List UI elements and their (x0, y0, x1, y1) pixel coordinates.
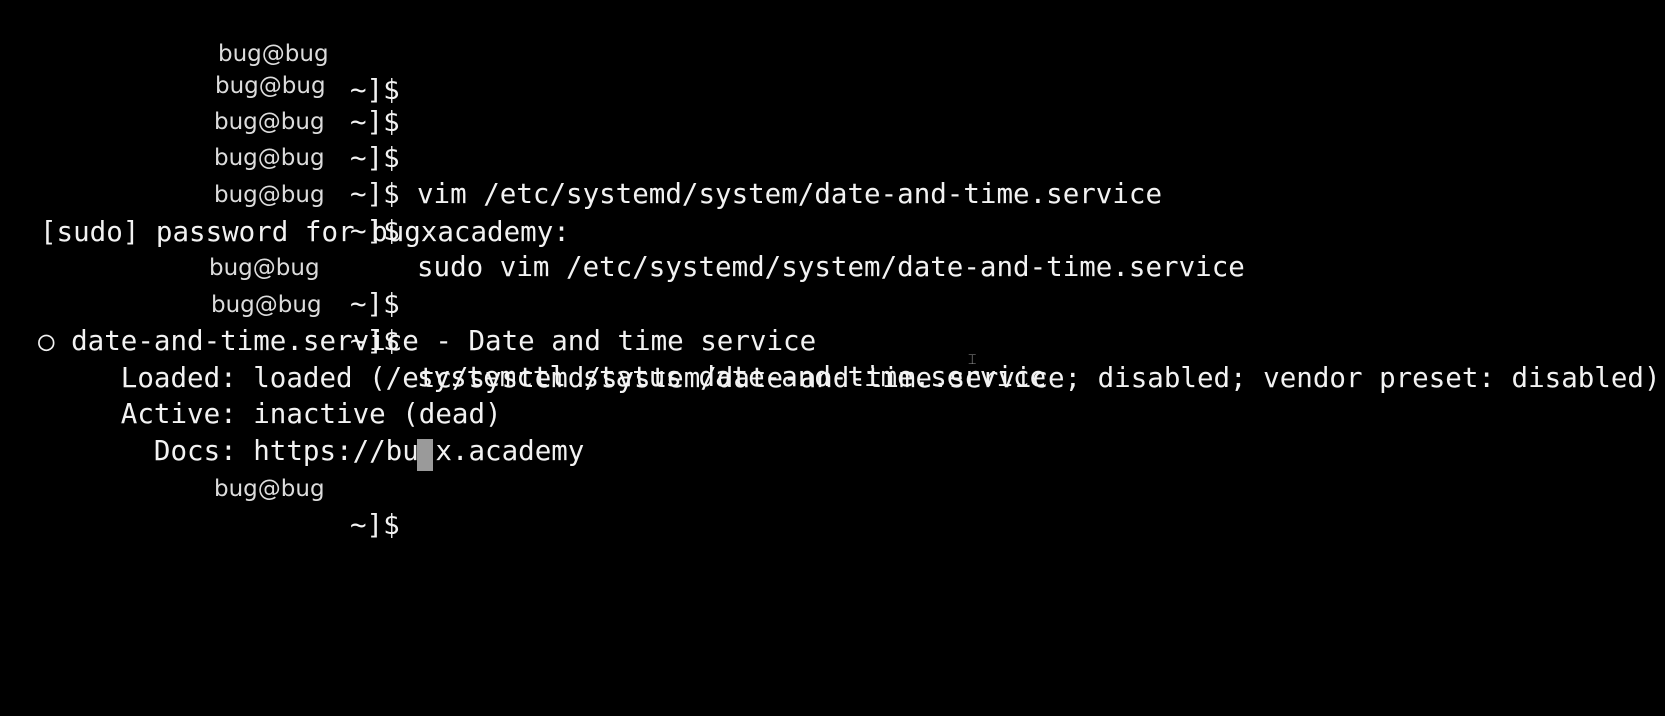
terminal-line: bug@bug ~]$ systemctl status date-and-ti… (0, 251, 1046, 393)
prompt-host: bug@bug (214, 476, 325, 502)
command-text: vim /etc/systemd/system/date-and-time.se… (417, 178, 1163, 210)
terminal-line: bug@bug ~]$ vim /etc/systemd/system/date… (0, 68, 1162, 210)
prompt-host: bug@bug (211, 292, 322, 318)
command-text: sudo vim /etc/systemd/system/date-and-ti… (417, 251, 1245, 283)
terminal-line: [sudo] password for bugxacademy: (0, 178, 570, 248)
sudo-password-prompt: [sudo] password for bugxacademy: (40, 216, 570, 248)
prompt-host: bug@bug (215, 73, 326, 99)
service-status-title: ○ date-and-time.service - Date and time … (38, 325, 817, 357)
terminal-line: bug@bug ~]$ sudo vim /etc/systemd/system… (0, 141, 1245, 283)
terminal-line: ○ date-and-time.service - Date and time … (0, 287, 816, 357)
prompt-symbol: ~]$ (350, 142, 400, 174)
terminal-line: bug@bug ~]$ (0, 104, 400, 210)
prompt-symbol: ~]$ (350, 178, 400, 210)
text-cursor (417, 439, 433, 471)
terminal-line: bug@bug ~]$ (0, 214, 400, 320)
prompt-host: bug@bug (214, 145, 325, 171)
prompt-symbol: ~]$ (350, 74, 400, 106)
terminal-window[interactable]: bug@bug ~]$ bug@bug ~]$ bug@bug ~]$ vim … (0, 0, 1665, 716)
prompt-symbol: ~]$ (350, 509, 400, 541)
prompt-symbol: ~]$ (350, 288, 400, 320)
ibeam-cursor-icon: ⌶ (968, 352, 977, 368)
terminal-line: bug@bug ~]$ (0, 435, 433, 541)
service-active-line: Active: inactive (dead) (38, 398, 502, 430)
terminal-line: Active: inactive (dead) (0, 360, 502, 430)
terminal-line: Loaded: loaded (/etc/systemd/system/date… (0, 324, 1661, 394)
terminal-line: Docs: https://bugx.academy (0, 397, 584, 467)
prompt-host: bug@bug (214, 109, 325, 135)
prompt-host: bug@bug (209, 255, 320, 281)
prompt-symbol: ~]$ (350, 106, 400, 138)
terminal-line: bug@bug ~]$ (0, 0, 400, 106)
service-docs-line: Docs: https://bugx.academy (38, 435, 585, 467)
service-loaded-line: Loaded: loaded (/etc/systemd/system/date… (38, 362, 1661, 394)
prompt-host: bug@bug (218, 41, 329, 67)
terminal-line: bug@bug ~]$ (0, 32, 400, 138)
prompt-host: bug@bug (214, 182, 325, 208)
